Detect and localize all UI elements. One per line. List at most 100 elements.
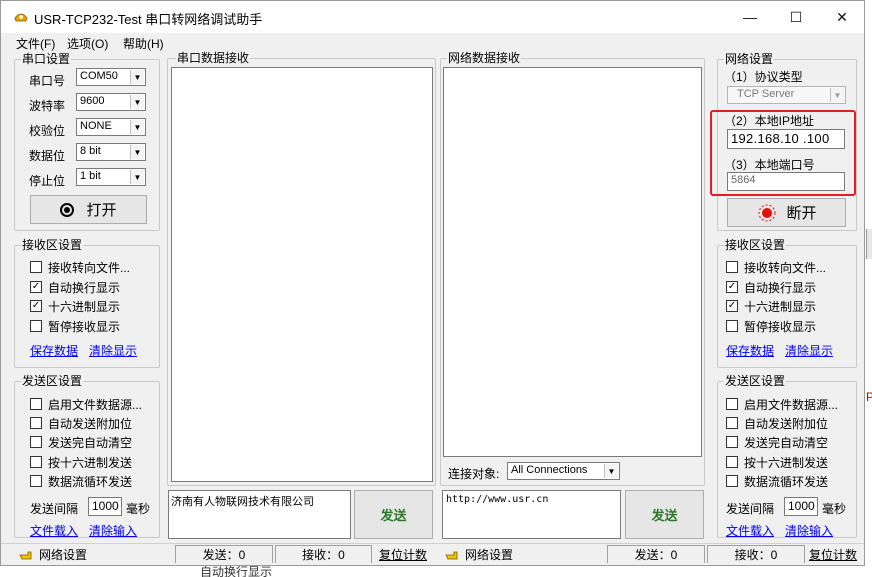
left-interval-input[interactable]: 1000 <box>88 497 122 516</box>
serial-recv-textarea[interactable] <box>171 67 433 482</box>
serial-send-button[interactable]: 发送 <box>354 490 433 539</box>
right-hex-display-option[interactable]: ✓ 十六进制显示 <box>726 298 816 314</box>
serial-settings-title: 串口设置 <box>21 52 72 66</box>
left-save-data-link[interactable]: 保存数据 <box>30 342 78 359</box>
checkbox <box>726 456 738 468</box>
port-select[interactable]: COM50 ▼ <box>76 68 146 86</box>
radio-dot-icon <box>60 202 75 217</box>
net-send-button[interactable]: 发送 <box>625 490 704 539</box>
menu-file[interactable]: 文件(F) <box>16 35 55 52</box>
parity-select[interactable]: NONE ▼ <box>76 118 146 136</box>
right-status-net[interactable]: 网络设置 <box>445 546 513 563</box>
chevron-down-icon: ▼ <box>830 88 844 102</box>
left-hex-send-option[interactable]: 按十六进制发送 <box>30 454 132 470</box>
right-save-data-link[interactable]: 保存数据 <box>726 342 774 359</box>
menu-help[interactable]: 帮助(H) <box>123 35 164 52</box>
checkbox-checked: ✓ <box>30 281 42 293</box>
close-button[interactable]: ✕ <box>819 1 864 33</box>
right-reset-count[interactable]: 复位计数 <box>807 545 864 563</box>
chevron-down-icon: ▼ <box>130 120 144 134</box>
left-clear-input-link[interactable]: 清除输入 <box>89 522 137 539</box>
net-recv-title: 网络数据接收 <box>447 51 522 65</box>
left-auto-clear-option[interactable]: 发送完自动清空 <box>30 434 132 450</box>
left-interval-unit: 毫秒 <box>126 502 151 516</box>
left-send-count: 发送：0 <box>175 545 273 563</box>
close-icon: ✕ <box>836 8 848 25</box>
chevron-down-icon: ▼ <box>130 170 144 184</box>
right-clear-display-link[interactable]: 清除显示 <box>785 342 833 359</box>
stopbits-select[interactable]: 1 bit ▼ <box>76 168 146 186</box>
hand-pointer-icon <box>19 551 32 559</box>
app-window: USR-TCP232-Test 串口转网络调试助手 — ☐ ✕ 文件(F) 选项… <box>0 0 865 566</box>
right-file-source-option[interactable]: 启用文件数据源... <box>726 396 838 412</box>
right-interval-input[interactable]: 1000 <box>784 497 818 516</box>
right-load-file-link[interactable]: 文件载入 <box>726 522 774 539</box>
checkbox <box>726 436 738 448</box>
local-port-label: （3）本地端口号 <box>724 158 815 172</box>
left-auto-wrap-option[interactable]: ✓ 自动换行显示 <box>30 279 120 295</box>
baud-label: 波特率 <box>29 99 66 113</box>
right-auto-wrap-option[interactable]: ✓ 自动换行显示 <box>726 279 816 295</box>
chevron-down-icon: ▼ <box>130 145 144 159</box>
checkbox <box>30 475 42 487</box>
right-recv-to-file-option[interactable]: 接收转向文件... <box>726 259 826 275</box>
baud-select[interactable]: 9600 ▼ <box>76 93 146 111</box>
left-append-bit-option[interactable]: 自动发送附加位 <box>30 415 132 431</box>
background-window-fragment <box>866 229 872 259</box>
right-loop-send-option[interactable]: 数据流循环发送 <box>726 473 828 489</box>
title-bar: USR-TCP232-Test 串口转网络调试助手 — ☐ ✕ <box>1 1 864 33</box>
left-send-settings-title: 发送区设置 <box>21 374 84 388</box>
red-status-icon <box>758 204 776 221</box>
open-port-button[interactable]: 打开 <box>30 195 147 224</box>
right-append-bit-option[interactable]: 自动发送附加位 <box>726 415 828 431</box>
right-auto-clear-option[interactable]: 发送完自动清空 <box>726 434 828 450</box>
left-file-source-option[interactable]: 启用文件数据源... <box>30 396 142 412</box>
left-hex-display-option[interactable]: ✓ 十六进制显示 <box>30 298 120 314</box>
right-clear-input-link[interactable]: 清除输入 <box>785 522 833 539</box>
left-pause-display-option[interactable]: 暂停接收显示 <box>30 318 120 334</box>
port-label: 串口号 <box>29 74 66 88</box>
protocol-select[interactable]: TCP Server ▼ <box>727 86 846 104</box>
chevron-down-icon: ▼ <box>130 70 144 84</box>
right-recv-settings-title: 接收区设置 <box>724 238 787 252</box>
checkbox <box>30 417 42 429</box>
local-ip-label: （2）本地IP地址 <box>724 114 815 128</box>
checkbox-checked: ✓ <box>726 281 738 293</box>
right-pause-display-option[interactable]: 暂停接收显示 <box>726 318 816 334</box>
serial-send-textarea[interactable]: 济南有人物联网技术有限公司 <box>168 490 351 539</box>
maximize-icon: ☐ <box>789 8 803 25</box>
maximize-button[interactable]: ☐ <box>773 1 819 33</box>
local-port-input[interactable]: 5864 <box>727 172 845 191</box>
protocol-label: （1）协议类型 <box>724 70 803 84</box>
checkbox <box>726 417 738 429</box>
net-recv-textarea[interactable] <box>443 67 702 457</box>
left-interval-label: 发送间隔 <box>30 502 79 516</box>
right-hex-send-option[interactable]: 按十六进制发送 <box>726 454 828 470</box>
checkbox <box>726 320 738 332</box>
checkbox <box>726 475 738 487</box>
minimize-button[interactable]: — <box>727 1 773 33</box>
disconnect-button[interactable]: 断开 <box>727 198 846 227</box>
right-interval-label: 发送间隔 <box>726 502 775 516</box>
local-ip-input[interactable]: 192.168.10 .100 <box>727 129 845 149</box>
background-window-fragment-red: P <box>866 390 872 404</box>
net-send-textarea[interactable]: http://www.usr.cn <box>442 490 621 539</box>
left-loop-send-option[interactable]: 数据流循环发送 <box>30 473 132 489</box>
checkbox <box>30 398 42 410</box>
right-send-settings-title: 发送区设置 <box>724 374 787 388</box>
left-reset-count[interactable]: 复位计数 <box>374 545 432 563</box>
left-recv-to-file-option[interactable]: 接收转向文件... <box>30 259 130 275</box>
left-recv-settings-title: 接收区设置 <box>21 238 84 252</box>
left-status-net[interactable]: 网络设置 <box>19 546 87 563</box>
databits-select[interactable]: 8 bit ▼ <box>76 143 146 161</box>
left-clear-display-link[interactable]: 清除显示 <box>89 342 137 359</box>
menu-bar: 文件(F) 选项(O) 帮助(H) <box>1 33 864 51</box>
menu-options[interactable]: 选项(O) <box>67 35 108 52</box>
databits-label: 数据位 <box>29 149 66 163</box>
chevron-down-icon: ▼ <box>130 95 144 109</box>
left-load-file-link[interactable]: 文件载入 <box>30 522 78 539</box>
connect-target-select[interactable]: All Connections ▼ <box>507 462 620 480</box>
right-recv-count: 接收：0 <box>707 545 805 563</box>
chevron-down-icon: ▼ <box>604 464 618 478</box>
checkbox <box>30 456 42 468</box>
